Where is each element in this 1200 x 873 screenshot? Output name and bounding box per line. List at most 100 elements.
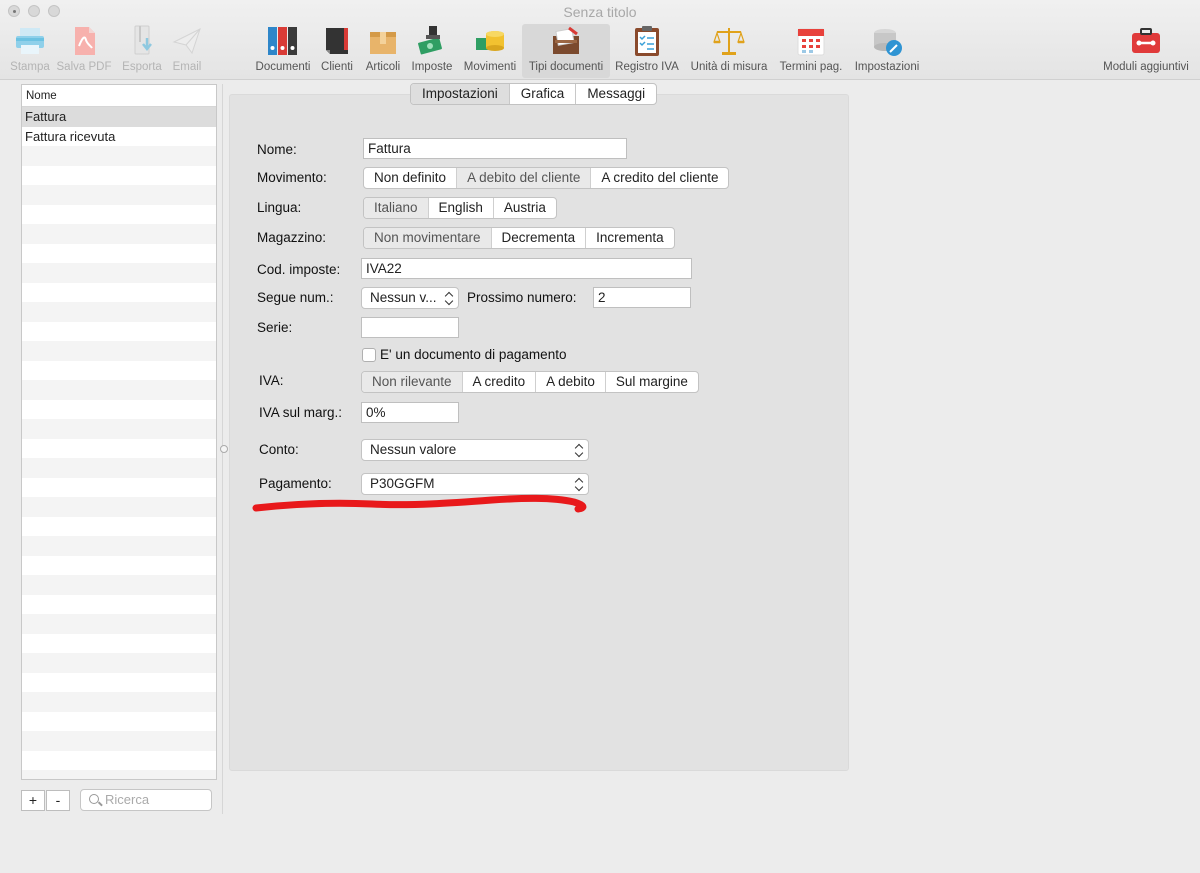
toolbar-label: Salva PDF xyxy=(56,61,112,73)
toolbar-label: Termini pag. xyxy=(779,61,843,73)
toolbox-icon xyxy=(1132,28,1160,53)
list-column-header[interactable]: Nome xyxy=(22,85,216,107)
iva-option-a-debito[interactable]: A debito xyxy=(535,372,605,392)
magazzino-option-non-movimentare[interactable]: Non movimentare xyxy=(364,228,491,248)
iva-sul-marg-label: IVA sul marg.: xyxy=(259,405,343,420)
magazzino-option-incrementa[interactable]: Incrementa xyxy=(585,228,674,248)
prossimo-numero-label: Prossimo numero: xyxy=(467,290,577,305)
empty-row xyxy=(22,146,216,166)
empty-row xyxy=(22,185,216,205)
toolbar-unita-misura-button[interactable]: Unità di misura xyxy=(690,24,768,78)
toolbar-label: Registro IVA xyxy=(615,61,679,73)
empty-row xyxy=(22,165,216,185)
pdf-icon xyxy=(75,27,95,55)
empty-row xyxy=(22,341,216,361)
search-field[interactable]: Ricerca xyxy=(80,789,212,811)
list-item[interactable]: Fattura xyxy=(22,107,216,127)
magazzino-segmented: Non movimentare Decrementa Incrementa xyxy=(363,227,675,249)
window-titlebar: Senza titolo Stampa Salva PDF Esporta Em… xyxy=(0,0,1200,80)
lingua-option-austria[interactable]: Austria xyxy=(492,198,556,218)
toolbar-articoli-button[interactable]: Articoli xyxy=(364,24,402,78)
chevron-up-down-icon xyxy=(444,290,454,306)
toolbar-moduli-aggiuntivi-button[interactable]: Moduli aggiuntivi xyxy=(1103,24,1189,78)
documento-pagamento-checkbox[interactable] xyxy=(362,348,376,362)
segue-num-popup[interactable]: Nessun v... xyxy=(361,287,459,309)
empty-row xyxy=(22,770,216,779)
search-icon xyxy=(89,794,99,804)
cod-imposte-label: Cod. imposte: xyxy=(257,262,341,277)
serie-label: Serie: xyxy=(257,320,293,335)
cod-imposte-field[interactable]: IVA22 xyxy=(361,258,692,279)
empty-row xyxy=(22,458,216,478)
magazzino-option-decrementa[interactable]: Decrementa xyxy=(490,228,586,248)
tab-impostazioni[interactable]: Impostazioni xyxy=(411,84,509,104)
conto-popup[interactable]: Nessun valore xyxy=(361,439,589,461)
settings-wrench-icon xyxy=(874,29,902,56)
movimento-option-a-debito[interactable]: A debito del cliente xyxy=(456,168,591,188)
lingua-option-english[interactable]: English xyxy=(427,198,493,218)
iva-option-a-credito[interactable]: A credito xyxy=(461,372,536,392)
add-document-type-button[interactable]: + xyxy=(21,790,45,811)
empty-row xyxy=(22,399,216,419)
empty-row xyxy=(22,692,216,712)
pagamento-popup[interactable]: P30GGFM xyxy=(361,473,589,495)
empty-row xyxy=(22,536,216,556)
iva-option-sul-margine[interactable]: Sul margine xyxy=(604,372,698,392)
conto-value: Nessun valore xyxy=(370,442,457,457)
export-icon xyxy=(134,25,152,55)
pagamento-value: P30GGFM xyxy=(370,476,435,491)
document-types-list[interactable]: Nome Fattura Fattura ricevuta xyxy=(21,84,217,780)
toolbar-stampa-button[interactable]: Stampa xyxy=(8,24,52,78)
empty-row xyxy=(22,555,216,575)
list-item[interactable]: Fattura ricevuta xyxy=(22,126,216,146)
tab-messaggi[interactable]: Messaggi xyxy=(575,84,656,104)
lingua-segmented: Italiano English Austria xyxy=(363,197,557,219)
magazzino-label: Magazzino: xyxy=(257,230,327,245)
empty-row xyxy=(22,633,216,653)
toolbar-termini-pag-button[interactable]: Termini pag. xyxy=(780,24,842,78)
tab-grafica[interactable]: Grafica xyxy=(508,84,576,104)
empty-row xyxy=(22,243,216,263)
toolbar-label: Moduli aggiuntivi xyxy=(1103,61,1189,73)
iva-sul-marg-field[interactable]: 0% xyxy=(361,402,459,423)
serie-field[interactable] xyxy=(361,317,459,338)
toolbar-salva-pdf-button[interactable]: Salva PDF xyxy=(57,24,111,78)
toolbar-registro-iva-button[interactable]: Registro IVA xyxy=(615,24,679,78)
lingua-option-italiano[interactable]: Italiano xyxy=(364,198,428,218)
nome-field[interactable]: Fattura xyxy=(363,138,627,159)
empty-row xyxy=(22,711,216,731)
lingua-label: Lingua: xyxy=(257,200,302,215)
toolbar-email-button[interactable]: Email xyxy=(166,24,208,78)
empty-row xyxy=(22,653,216,673)
empty-row xyxy=(22,321,216,341)
iva-segmented: Non rilevante A credito A debito Sul mar… xyxy=(361,371,699,393)
prossimo-numero-field[interactable]: 2 xyxy=(593,287,691,308)
toolbar-label: Tipi documenti xyxy=(528,61,604,73)
toolbar-imposte-button[interactable]: Imposte xyxy=(410,24,454,78)
document-types-icon xyxy=(553,26,579,54)
empty-row xyxy=(22,477,216,497)
movimento-option-non-definito[interactable]: Non definito xyxy=(364,168,456,188)
split-view-divider[interactable] xyxy=(220,84,228,814)
empty-row xyxy=(22,263,216,283)
empty-row xyxy=(22,224,216,244)
iva-option-non-rilevante[interactable]: Non rilevante xyxy=(362,372,462,392)
movimento-option-a-credito[interactable]: A credito del cliente xyxy=(590,168,728,188)
search-placeholder: Ricerca xyxy=(105,792,150,807)
remove-document-type-button[interactable]: - xyxy=(46,790,70,811)
conto-label: Conto: xyxy=(259,442,299,457)
empty-row xyxy=(22,497,216,517)
documento-pagamento-label: E' un documento di pagamento xyxy=(380,347,567,362)
toolbar-tipi-documenti-button[interactable]: Tipi documenti xyxy=(522,24,610,78)
tab-bar: Impostazioni Grafica Messaggi xyxy=(410,83,658,105)
toolbar-impostazioni-button[interactable]: Impostazioni xyxy=(855,24,919,78)
nome-label: Nome: xyxy=(257,142,297,157)
segue-num-label: Segue num.: xyxy=(257,290,334,305)
toolbar-clienti-button[interactable]: Clienti xyxy=(318,24,356,78)
toolbar-label: Impostazioni xyxy=(854,61,920,73)
toolbar-movimenti-button[interactable]: Movimenti xyxy=(464,24,516,78)
movimento-label: Movimento: xyxy=(257,170,327,185)
toolbar-documenti-button[interactable]: Documenti xyxy=(256,24,310,78)
toolbar-label: Email xyxy=(172,61,202,73)
binders-icon xyxy=(268,27,297,55)
